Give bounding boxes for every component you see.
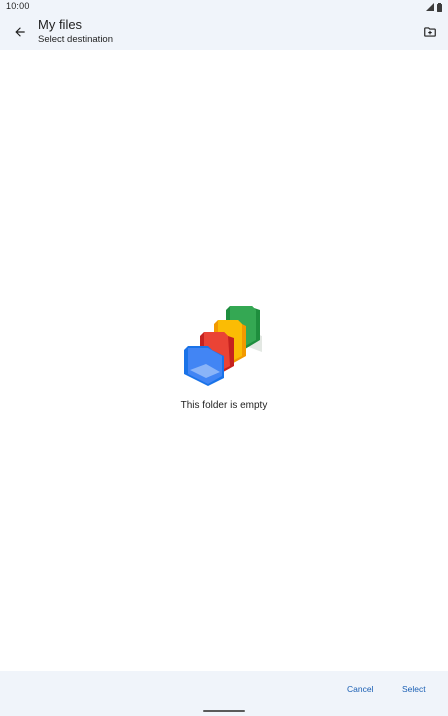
battery-icon — [437, 2, 442, 12]
empty-message: This folder is empty — [180, 400, 268, 411]
page-title: My files — [38, 17, 83, 32]
select-button[interactable]: Select — [402, 684, 426, 694]
new-folder-icon — [424, 27, 436, 37]
empty-folders-illustration — [184, 306, 262, 386]
arrow-back-icon — [15, 27, 25, 37]
status-bar: 10:00 — [0, 0, 448, 14]
page-subtitle: Select destination — [38, 34, 113, 45]
screen: 10:00 My files Select destination This f… — [0, 0, 448, 716]
new-folder-button[interactable] — [420, 22, 440, 42]
empty-state: This folder is empty — [0, 300, 448, 411]
status-time: 10:00 — [6, 1, 30, 11]
signal-icon — [426, 3, 434, 11]
cancel-button[interactable]: Cancel — [347, 684, 373, 694]
back-button[interactable] — [10, 22, 30, 42]
gesture-handle[interactable] — [203, 710, 245, 712]
status-icons — [426, 2, 442, 12]
app-bar: My files Select destination — [0, 14, 448, 50]
